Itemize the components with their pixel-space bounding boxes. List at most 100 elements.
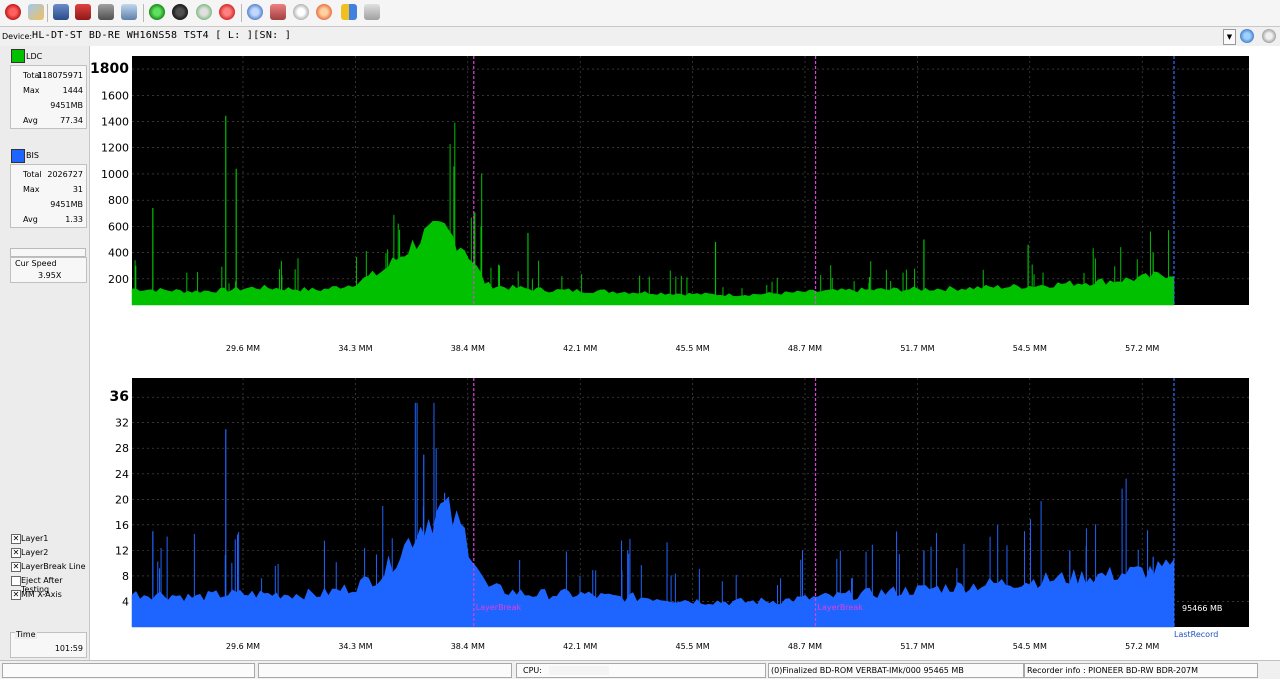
bis-end-value: 95466 MB [1182, 604, 1222, 613]
layer2-checkbox[interactable]: ✕ [11, 548, 21, 558]
ldc-y-tick-label: 200 [108, 273, 129, 286]
disc-icon[interactable] [98, 4, 114, 20]
power-icon[interactable] [5, 4, 21, 20]
bis-x-tick-label: 45.5 MM [676, 642, 710, 651]
device-bar: Device: HL-DT-ST BD-RE WH16NS58 TST4 [ L… [0, 27, 1280, 47]
bis-y-tick-label: 24 [115, 468, 129, 481]
scan-icon[interactable] [293, 4, 309, 20]
drive-icon[interactable] [53, 4, 69, 20]
bis-max-value: 31 [72, 185, 83, 194]
left-panel: LDC Total 118075971 Max 1444 9451MB Avg … [0, 46, 90, 660]
refresh-icon[interactable] [149, 4, 165, 20]
ldc-x-tick-label: 38.4 MM [451, 344, 485, 353]
export-icon[interactable] [196, 4, 212, 20]
bis-end-label: LastRecord [1174, 630, 1218, 639]
ldc-y-tick-label: 1000 [101, 168, 129, 181]
bis-x-tick-label: 34.3 MM [338, 642, 372, 651]
status-disc-info: (0)Finalized BD-ROM VERBAT-IMk/000 95465… [768, 663, 1024, 678]
info-disc-icon[interactable] [247, 4, 263, 20]
progress-bar [10, 248, 86, 257]
time-value: 101:59 [54, 644, 83, 653]
bis-x-tick-label: 48.7 MM [788, 642, 822, 651]
eject-after-testing-checkbox[interactable] [11, 576, 21, 586]
layer1-label: Layer1 [21, 534, 49, 543]
disc-info-icon[interactable] [270, 4, 286, 20]
charts-svg: 1800 1600 1400 1200 1000 800 600 400 200 29.6 MM 3… [90, 56, 1249, 651]
bis-y-tick-label: 12 [115, 544, 129, 557]
bis-x-tick-label: 42.1 MM [563, 642, 597, 651]
ldc-total-value: 118075971 [37, 71, 83, 80]
mm-x-axis-checkbox[interactable]: ✕ [11, 590, 21, 600]
cur-speed-label: Cur Speed [15, 259, 57, 268]
layerbreak-checkbox[interactable]: ✕ [11, 562, 21, 572]
toolbar-separator [143, 4, 144, 22]
bis-y-tick-label: 36 [110, 389, 129, 405]
ldc-y-tick-label: 1800 [90, 61, 129, 77]
ldc-y-tick-label: 1400 [101, 116, 129, 129]
layer2-label: Layer2 [21, 548, 49, 557]
toolbar-separator [241, 4, 242, 22]
status-bar: CPU: (0)Finalized BD-ROM VERBAT-IMk/000 … [0, 660, 1280, 679]
cur-speed-box: Cur Speed 3.95X [10, 257, 87, 283]
status-progress [2, 663, 255, 678]
bis-total-value: 2026727 [47, 170, 83, 179]
ldc-x-tick-label: 57.2 MM [1125, 344, 1159, 353]
toolbar [0, 0, 1280, 27]
time-label: Time [15, 630, 37, 639]
ldc-max-position: 9451MB [50, 101, 83, 110]
chart-area: 1800 1600 1400 1200 1000 800 600 400 200 29.6 MM 3… [90, 46, 1280, 660]
device-label: Device: [2, 32, 33, 41]
bis-x-tick-label: 51.7 MM [900, 642, 934, 651]
ldc-x-tick-label: 51.7 MM [900, 344, 934, 353]
bis-max-position: 9451MB [50, 200, 83, 209]
time-box: Time 101:59 [10, 630, 87, 658]
refresh-device-icon[interactable] [1262, 29, 1276, 43]
bis-total-label: Total [23, 170, 42, 179]
burn-icon[interactable] [121, 4, 137, 20]
bis-y-tick-label: 8 [122, 570, 129, 583]
ldc-x-tick-label: 54.5 MM [1013, 344, 1047, 353]
ldc-max-value: 1444 [62, 86, 83, 95]
bis-y-tick-label: 28 [115, 442, 129, 455]
ldc-y-tick-label: 400 [108, 247, 129, 260]
bis-max-label: Max [23, 185, 40, 194]
bis-color-swatch [11, 149, 25, 163]
ldc-y-tick-label: 600 [108, 220, 129, 233]
settings-icon[interactable] [28, 4, 44, 20]
ldc-avg-value: 77.34 [60, 116, 83, 125]
status-message [258, 663, 512, 678]
ldc-x-tick-label: 34.3 MM [338, 344, 372, 353]
globe-icon[interactable] [172, 4, 188, 20]
mm-x-axis-label: MM X-Axis [21, 590, 62, 599]
ldc-avg-label: Avg [23, 116, 38, 125]
fire-icon[interactable] [316, 4, 332, 20]
bis-y-tick-label: 32 [115, 417, 129, 430]
status-cpu: CPU: [516, 663, 766, 678]
chevron-down-icon[interactable]: ▼ [1223, 29, 1236, 45]
ldc-max-label: Max [23, 86, 40, 95]
chart-icon[interactable] [341, 4, 357, 20]
back-icon[interactable] [1240, 29, 1254, 43]
bis-avg-label: Avg [23, 215, 38, 224]
ldc-y-tick-label: 1600 [101, 89, 129, 102]
ldc-title: LDC [26, 52, 43, 61]
ldc-x-tick-label: 42.1 MM [563, 344, 597, 353]
eject-disc-icon[interactable] [75, 4, 91, 20]
cpu-meter [548, 666, 609, 675]
bis-x-tick-label: 38.4 MM [451, 642, 485, 651]
layer1-checkbox[interactable]: ✕ [11, 534, 21, 544]
stop-icon[interactable] [219, 4, 235, 20]
bis-x-tick-label: 29.6 MM [226, 642, 260, 651]
bis-layerbreak-label: LayerBreak [476, 603, 522, 612]
ldc-stats: Total 118075971 Max 1444 9451MB Avg 77.3… [10, 65, 87, 129]
bis-y-tick-label: 16 [115, 519, 129, 532]
bis-y-tick-label: 20 [115, 493, 129, 506]
device-select[interactable]: HL-DT-ST BD-RE WH16NS58 TST4 [ L: ][SN: … [32, 29, 1232, 42]
cpu-label: CPU: [523, 666, 542, 675]
bis-x-tick-label: 57.2 MM [1125, 642, 1159, 651]
cur-speed-value: 3.95X [38, 271, 62, 280]
print-icon[interactable] [364, 4, 380, 20]
ldc-y-tick-label: 1200 [101, 142, 129, 155]
toolbar-separator [47, 4, 48, 22]
ldc-x-tick-label: 48.7 MM [788, 344, 822, 353]
